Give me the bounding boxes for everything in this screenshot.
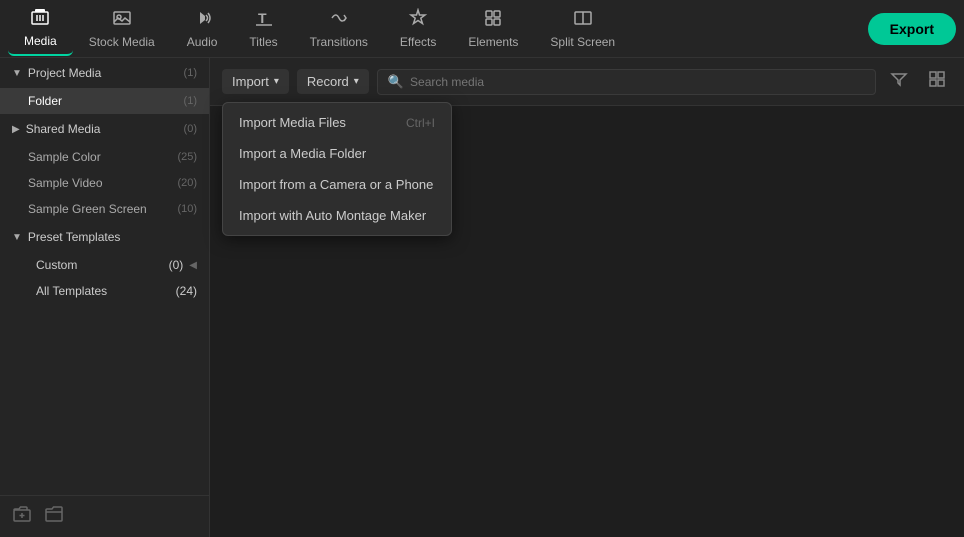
all-templates-count: (24): [176, 284, 197, 298]
stock-media-icon: [112, 8, 132, 31]
import-folder-label: Import a Media Folder: [239, 146, 366, 161]
split-screen-icon: [573, 8, 593, 31]
sample-green-screen-count: (10): [177, 203, 197, 215]
sidebar-item-sample-video[interactable]: Sample Video (20): [0, 170, 209, 196]
sidebar-section-shared-media[interactable]: ▶ Shared Media (0): [0, 114, 209, 144]
filter-button[interactable]: [884, 66, 914, 97]
add-folder-button[interactable]: [12, 504, 32, 529]
sidebar-footer: [0, 495, 209, 537]
project-media-count: (1): [184, 67, 197, 79]
record-chevron-icon: ▾: [354, 76, 359, 87]
nav-label-elements: Elements: [468, 35, 518, 49]
top-nav: Media Stock Media Audio T T: [0, 0, 964, 58]
sidebar-item-custom[interactable]: Custom (0) ◀: [0, 252, 209, 278]
chevron-right-icon: ▶: [12, 124, 20, 135]
media-icon: [30, 7, 50, 30]
nav-item-titles[interactable]: T Titles: [233, 2, 293, 55]
custom-arrow-icon: ◀: [189, 260, 197, 271]
preset-chevron-down-icon: ▼: [12, 232, 22, 243]
transitions-icon: [329, 8, 349, 31]
nav-item-split-screen[interactable]: Split Screen: [534, 2, 631, 55]
sidebar-section-preset-templates[interactable]: ▼ Preset Templates: [0, 222, 209, 252]
custom-label: Custom: [36, 258, 77, 272]
import-dropdown-menu: Import Media Files Ctrl+I Import a Media…: [222, 102, 452, 236]
sidebar-item-folder[interactable]: Folder (1): [0, 88, 209, 114]
nav-item-media[interactable]: Media: [8, 1, 73, 56]
dropdown-item-import-montage[interactable]: Import with Auto Montage Maker: [223, 200, 451, 231]
nav-label-media: Media: [24, 34, 57, 48]
project-media-label: Project Media: [28, 66, 178, 80]
sidebar-section-project-media[interactable]: ▼ Project Media (1): [0, 58, 209, 88]
nav-label-transitions: Transitions: [310, 35, 368, 49]
sample-green-screen-label: Sample Green Screen: [28, 202, 177, 216]
nav-item-transitions[interactable]: Transitions: [294, 2, 384, 55]
sidebar: ▼ Project Media (1) Folder (1) ▶ Shared …: [0, 58, 210, 537]
search-bar: 🔍: [377, 69, 876, 95]
nav-label-effects: Effects: [400, 35, 436, 49]
content-area: Import ▾ Record ▾ 🔍: [210, 58, 964, 537]
nav-item-effects[interactable]: Effects: [384, 2, 452, 55]
import-label: Import: [232, 74, 269, 89]
dropdown-item-import-folder[interactable]: Import a Media Folder: [223, 138, 451, 169]
record-button[interactable]: Record ▾: [297, 69, 369, 94]
nav-label-titles: Titles: [249, 35, 277, 49]
sidebar-item-sample-green-screen[interactable]: Sample Green Screen (10): [0, 196, 209, 222]
search-icon: 🔍: [388, 74, 404, 90]
content-toolbar: Import ▾ Record ▾ 🔍: [210, 58, 964, 106]
new-folder-button[interactable]: [44, 504, 64, 529]
record-label: Record: [307, 74, 349, 89]
nav-label-audio: Audio: [187, 35, 218, 49]
main-layout: ▼ Project Media (1) Folder (1) ▶ Shared …: [0, 58, 964, 537]
nav-item-stock-media[interactable]: Stock Media: [73, 2, 171, 55]
nav-label-split-screen: Split Screen: [550, 35, 615, 49]
sample-video-count: (20): [177, 177, 197, 189]
sidebar-item-sample-color[interactable]: Sample Color (25): [0, 144, 209, 170]
export-button[interactable]: Export: [868, 13, 956, 45]
custom-count: (0): [169, 258, 184, 272]
import-montage-label: Import with Auto Montage Maker: [239, 208, 426, 223]
sample-color-label: Sample Color: [28, 150, 177, 164]
chevron-down-icon: ▼: [12, 68, 22, 79]
audio-icon: [192, 8, 212, 31]
import-files-label: Import Media Files: [239, 115, 346, 130]
shared-media-count: (0): [184, 123, 197, 135]
search-input[interactable]: [410, 75, 865, 89]
elements-icon: [483, 8, 503, 31]
dropdown-item-import-files[interactable]: Import Media Files Ctrl+I: [223, 107, 451, 138]
shared-media-label: Shared Media: [26, 122, 178, 136]
import-camera-label: Import from a Camera or a Phone: [239, 177, 433, 192]
nav-item-audio[interactable]: Audio: [171, 2, 234, 55]
import-files-shortcut: Ctrl+I: [406, 116, 435, 130]
folder-count: (1): [184, 95, 197, 107]
preset-templates-label: Preset Templates: [28, 230, 197, 244]
titles-icon: T: [254, 8, 274, 31]
import-chevron-icon: ▾: [274, 76, 279, 87]
dropdown-item-import-camera[interactable]: Import from a Camera or a Phone: [223, 169, 451, 200]
nav-item-elements[interactable]: Elements: [452, 2, 534, 55]
svg-text:T: T: [258, 10, 267, 26]
import-button[interactable]: Import ▾: [222, 69, 289, 94]
folder-label: Folder: [28, 94, 184, 108]
sample-color-count: (25): [177, 151, 197, 163]
sample-video-label: Sample Video: [28, 176, 177, 190]
effects-icon: [408, 8, 428, 31]
sidebar-item-all-templates[interactable]: All Templates (24): [0, 278, 209, 304]
all-templates-label: All Templates: [36, 284, 107, 298]
nav-label-stock-media: Stock Media: [89, 35, 155, 49]
grid-view-button[interactable]: [922, 66, 952, 97]
